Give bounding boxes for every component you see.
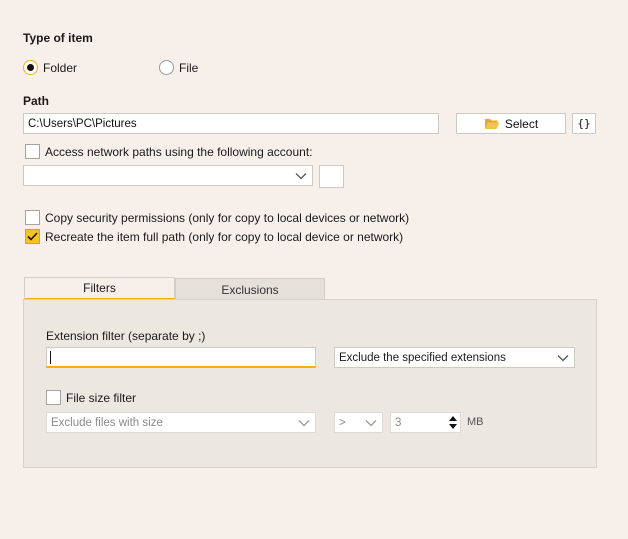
checkbox-unchecked-icon (25, 210, 40, 225)
network-account-edit-button[interactable] (319, 165, 344, 188)
size-mode-select[interactable]: Exclude files with size (46, 412, 316, 433)
network-account-label: Access network paths using the following… (45, 144, 313, 159)
size-value-spinner[interactable]: 3 (390, 412, 461, 433)
folder-open-icon (484, 119, 500, 129)
radio-unchecked-icon (159, 60, 174, 75)
file-radio-label: File (179, 60, 199, 75)
select-button[interactable]: Select (456, 113, 566, 134)
path-input[interactable]: C:\Users\PC\Pictures (23, 113, 439, 134)
filters-panel (23, 299, 597, 468)
tab-filters-label: Filters (83, 281, 116, 295)
size-comparator-value: > (339, 416, 346, 429)
recreate-path-label: Recreate the item full path (only for co… (45, 229, 404, 244)
spinner-arrows[interactable] (448, 415, 458, 430)
checkbox-unchecked-icon (46, 390, 61, 405)
file-radio[interactable]: File (159, 60, 198, 75)
variables-button[interactable]: {} (572, 113, 596, 134)
size-unit-label: MB (467, 416, 484, 428)
text-caret (50, 350, 51, 364)
select-button-label: Select (504, 116, 539, 131)
network-account-select[interactable] (23, 165, 313, 186)
extension-mode-value: Exclude the specified extensions (339, 351, 506, 364)
path-value: C:\Users\PC\Pictures (28, 117, 137, 130)
checkbox-unchecked-icon (25, 144, 40, 159)
checkbox-checked-icon (25, 229, 40, 244)
file-size-filter-checkbox[interactable]: File size filter (46, 390, 136, 405)
copy-security-checkbox[interactable]: Copy security permissions (only for copy… (25, 210, 409, 225)
variables-button-label: {} (577, 117, 591, 130)
size-value: 3 (395, 416, 402, 429)
tab-exclusions-label: Exclusions (221, 282, 279, 297)
extension-filter-input[interactable] (46, 347, 316, 368)
spin-up-icon[interactable] (448, 415, 458, 422)
chevron-down-icon (294, 169, 308, 183)
folder-radio[interactable]: Folder (23, 60, 77, 75)
extension-mode-select[interactable]: Exclude the specified extensions (334, 347, 575, 368)
extension-filter-label: Extension filter (separate by ;) (46, 329, 206, 343)
spin-down-icon[interactable] (448, 423, 458, 430)
path-title: Path (23, 94, 50, 108)
chevron-down-icon (297, 416, 311, 430)
size-mode-value: Exclude files with size (51, 416, 163, 429)
copy-security-label: Copy security permissions (only for copy… (45, 210, 410, 225)
radio-checked-icon (23, 60, 38, 75)
tab-exclusions[interactable]: Exclusions (175, 278, 325, 300)
chevron-down-icon (364, 416, 378, 430)
size-comparator-select[interactable]: > (334, 412, 383, 433)
file-size-filter-label: File size filter (66, 390, 137, 405)
folder-radio-label: Folder (43, 60, 78, 75)
recreate-path-checkbox[interactable]: Recreate the item full path (only for co… (25, 229, 403, 244)
type-of-item-title: Type of item (23, 31, 93, 45)
tab-filters[interactable]: Filters (24, 277, 175, 300)
chevron-down-icon (556, 351, 570, 365)
network-account-checkbox[interactable]: Access network paths using the following… (25, 144, 312, 159)
